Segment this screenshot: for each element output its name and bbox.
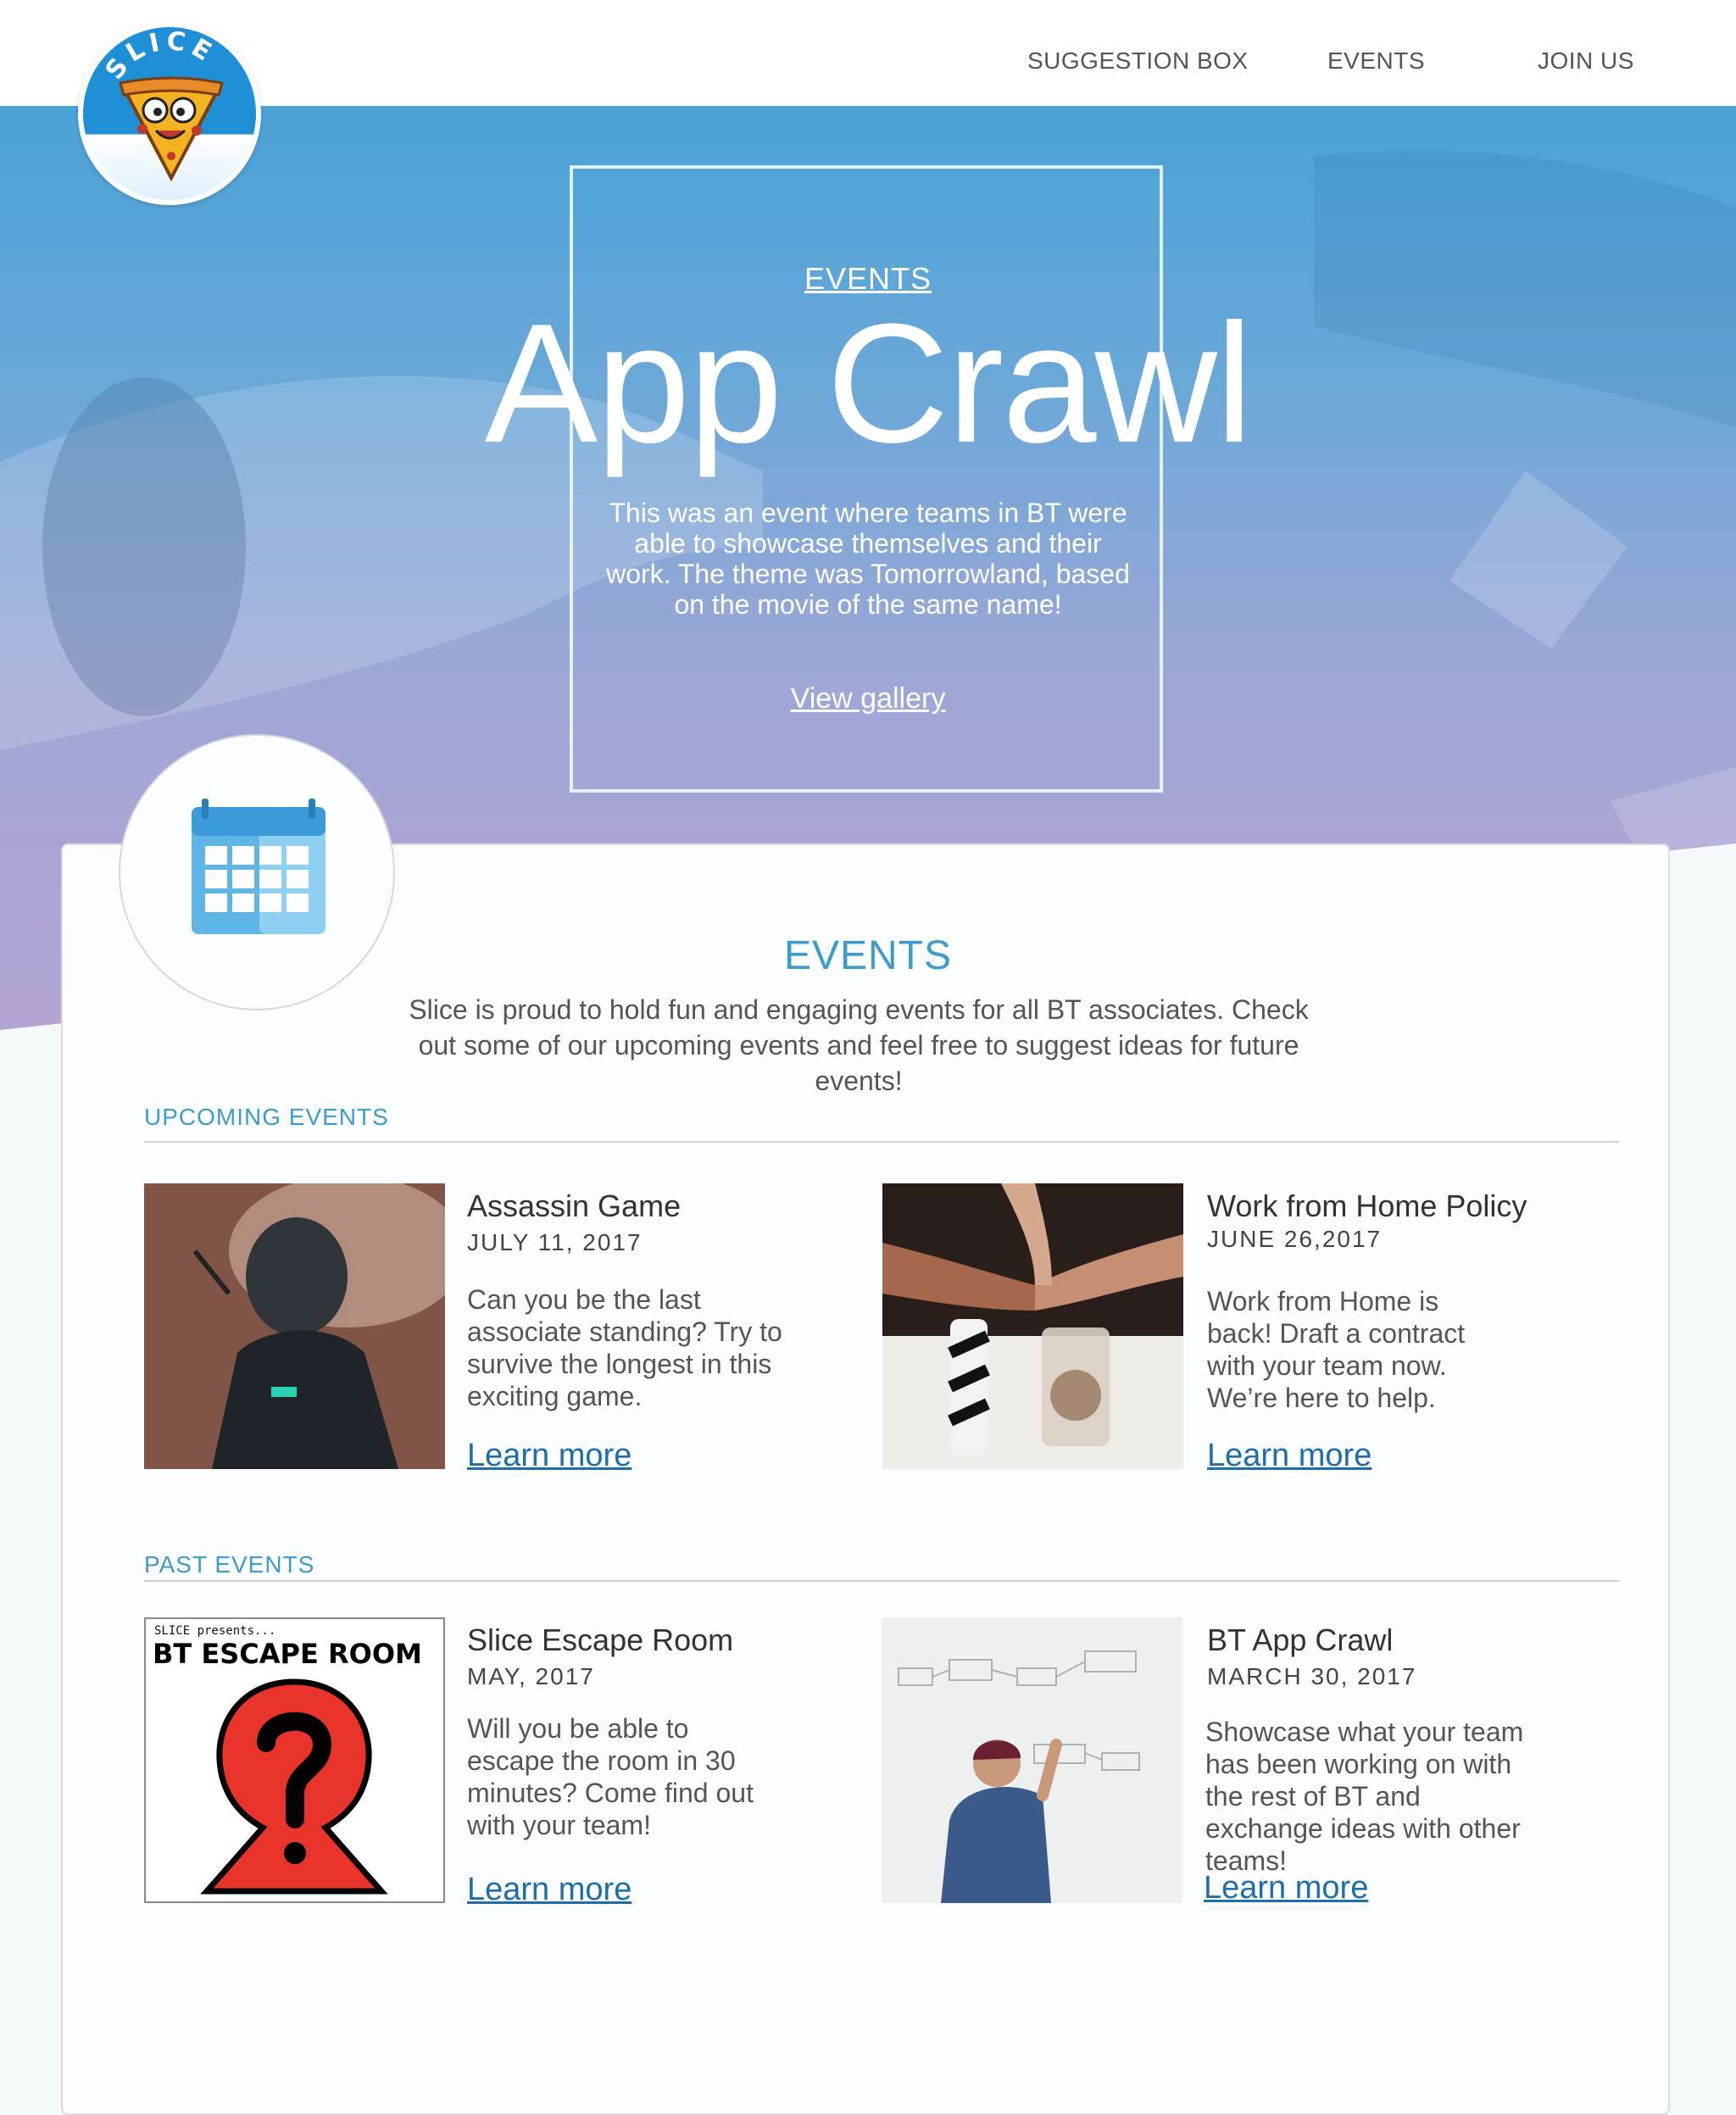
slice-logo[interactable]: SLICE [78, 22, 261, 205]
event-title: Slice Escape Room [467, 1622, 734, 1657]
event-date: JUNE 26,2017 [1207, 1226, 1383, 1252]
hero-title: App Crawl [484, 289, 1254, 478]
nav-join-us[interactable]: JOIN US [1538, 47, 1634, 75]
event-title: Assassin Game [467, 1188, 682, 1223]
hero-description: This was an event where teams in BT were… [606, 498, 1130, 620]
event-description: Work from Home is back! Draft a contract… [1207, 1286, 1466, 1413]
site-header: SUGGESTION BOX EVENTS JOIN US [0, 0, 1736, 106]
poster-title: BT ESCAPE ROOM [153, 1638, 422, 1670]
work-from-home-learn-more-link[interactable]: Learn more [1207, 1438, 1372, 1474]
past-divider [144, 1580, 1619, 1582]
event-description: Will you be able to escape the room in 3… [467, 1713, 754, 1840]
upcoming-divider [144, 1141, 1619, 1143]
event-date: JULY 11, 2017 [467, 1229, 643, 1255]
event-date: MARCH 30, 2017 [1207, 1663, 1417, 1689]
calendar-badge [119, 734, 395, 1010]
svg-text:SLICE: SLICE [100, 27, 221, 86]
calendar-icon [192, 799, 326, 934]
work-from-home-image [882, 1183, 1183, 1469]
nav-events[interactable]: EVENTS [1327, 47, 1425, 75]
events-section-intro: Slice is proud to hold fun and engaging … [409, 994, 1309, 1096]
logo-text: SLICE [100, 27, 216, 86]
bt-app-crawl-image [882, 1617, 1182, 1903]
event-description: Can you be the last associate standing? … [467, 1284, 782, 1411]
assassin-game-image [144, 1183, 445, 1469]
upcoming-events-heading: UPCOMING EVENTS [144, 1104, 389, 1130]
escape-room-learn-more-link[interactable]: Learn more [467, 1872, 632, 1908]
past-events-heading: PAST EVENTS [144, 1551, 315, 1578]
poster-small-text: SLICE presents... [154, 1624, 276, 1638]
event-description: Showcase what your team has been working… [1205, 1717, 1524, 1876]
view-gallery-link[interactable]: View gallery [0, 682, 1736, 715]
assassin-game-learn-more-link[interactable]: Learn more [467, 1438, 632, 1474]
pizza-mascot-icon: SLICE [100, 27, 224, 182]
escape-room-poster: SLICE presents... BT ESCAPE ROOM [144, 1617, 445, 1903]
event-title: Work from Home Policy [1207, 1188, 1527, 1223]
event-date: MAY, 2017 [467, 1663, 595, 1689]
bt-app-crawl-learn-more-link[interactable]: Learn more [1204, 1870, 1368, 1906]
nav-suggestion-box[interactable]: SUGGESTION BOX [1027, 47, 1249, 75]
event-title: BT App Crawl [1207, 1622, 1394, 1657]
keyhole-question-icon [200, 1678, 388, 1895]
